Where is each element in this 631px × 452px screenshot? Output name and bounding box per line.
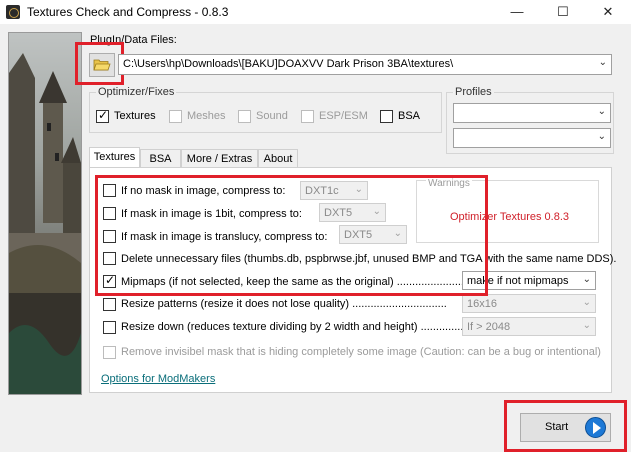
- chevron-down-icon: ⌄: [597, 106, 606, 117]
- tab-about[interactable]: About: [258, 149, 298, 167]
- resize-patterns-label: Resize patterns (resize it does not lose…: [121, 298, 447, 310]
- minimize-button[interactable]: —: [494, 0, 540, 24]
- sound-label: Sound: [256, 110, 288, 122]
- maximize-button[interactable]: ☐: [540, 0, 586, 24]
- start-label: Start: [545, 421, 569, 433]
- resize-down-checkbox[interactable]: [103, 321, 116, 334]
- chevron-down-icon: ⌄: [598, 57, 607, 68]
- sound-checkbox[interactable]: [238, 110, 251, 123]
- bsa-checkbox[interactable]: [380, 110, 393, 123]
- meshes-checkbox[interactable]: [169, 110, 182, 123]
- title-bar: Textures Check and Compress - 0.8.3 — ☐ …: [0, 0, 631, 24]
- plugin-path-combo[interactable]: C:\Users\hp\Downloads\[BAKU]DOAXVV Dark …: [118, 54, 612, 75]
- remove-mask-label: Remove invisibel mask that is hiding com…: [121, 346, 601, 358]
- resize-down-select[interactable]: If > 2048 ⌄: [462, 317, 596, 336]
- remove-mask-checkbox[interactable]: [103, 346, 116, 359]
- profile-select-1[interactable]: ⌄: [453, 103, 611, 123]
- profile-select-2[interactable]: ⌄: [453, 128, 611, 148]
- plugin-path-value: C:\Users\hp\Downloads\[BAKU]DOAXVV Dark …: [123, 58, 454, 70]
- resize-down-label: Resize down (reduces texture dividing by…: [121, 321, 467, 333]
- castle-image: [8, 32, 82, 395]
- tab-bsa[interactable]: BSA: [140, 149, 181, 167]
- app-icon: [6, 5, 20, 19]
- chevron-down-icon: ⌄: [597, 131, 606, 142]
- close-button[interactable]: ✕: [585, 0, 631, 24]
- tab-more-extras[interactable]: More / Extras: [181, 149, 258, 167]
- chevron-down-icon: ⌄: [582, 320, 591, 331]
- esp-esm-label: ESP/ESM: [319, 110, 368, 122]
- meshes-label: Meshes: [187, 110, 226, 122]
- textures-label: Textures: [114, 110, 156, 122]
- folder-icon: [93, 59, 111, 71]
- textures-checkbox[interactable]: [96, 108, 109, 123]
- esp-esm-checkbox[interactable]: [301, 110, 314, 123]
- window-title: Textures Check and Compress - 0.8.3: [27, 5, 229, 19]
- play-icon: [585, 417, 606, 438]
- browse-folder-button[interactable]: [89, 53, 115, 77]
- highlight-texture-options: [95, 175, 488, 296]
- chevron-down-icon: ⌄: [582, 274, 591, 285]
- chevron-down-icon: ⌄: [582, 297, 591, 308]
- bsa-label: BSA: [398, 110, 421, 122]
- profiles-label: Profiles: [455, 86, 492, 98]
- start-button[interactable]: Start: [520, 413, 611, 442]
- modmakers-link[interactable]: Options for ModMakers: [101, 373, 215, 385]
- optimizer-label: Optimizer/Fixes: [98, 86, 175, 98]
- tab-textures[interactable]: Textures: [89, 147, 140, 168]
- resize-patterns-checkbox[interactable]: [103, 298, 116, 311]
- resize-patterns-select[interactable]: 16x16 ⌄: [462, 294, 596, 313]
